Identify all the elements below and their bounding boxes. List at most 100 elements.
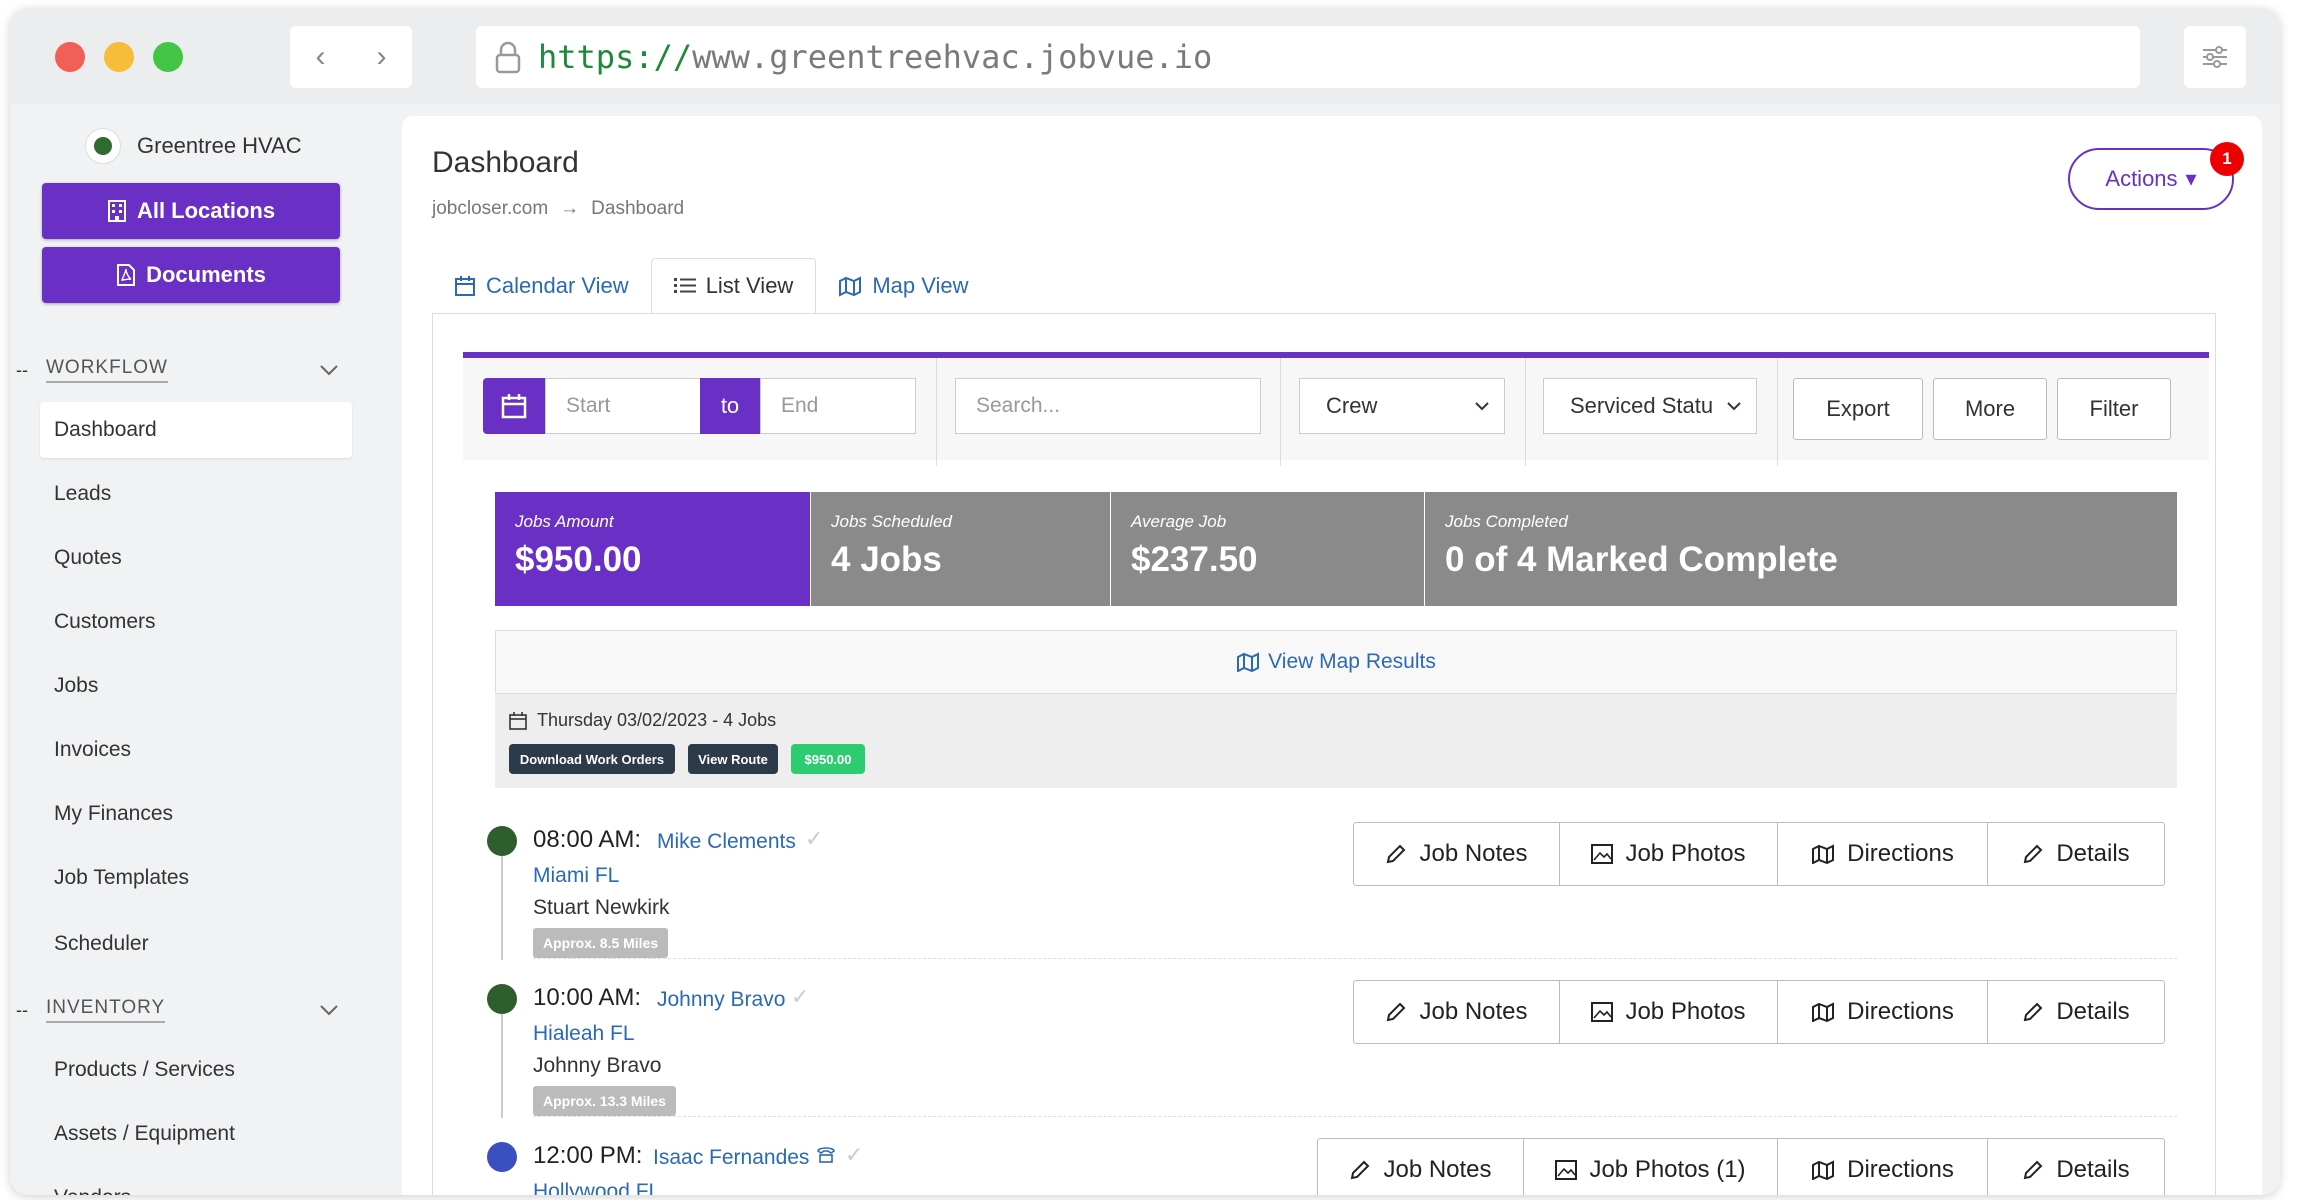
distance-badge: Approx. 13.3 Miles [533,1086,676,1116]
sidebar-item-leads[interactable]: Leads [40,466,352,522]
url-host: www.greentreehvac.jobvue.io [692,38,1213,76]
caret-down-icon: ▾ [2185,166,2197,191]
stat-jobs-amount: Jobs Amount $950.00 [495,492,811,606]
inventory-section-label: INVENTORY [46,997,166,1023]
sidebar-item-invoices[interactable]: Invoices [40,722,352,778]
lock-icon [494,40,522,74]
job-action-group: Job Notes Job Photos Directions Details [1353,822,2165,886]
stats-bar: Jobs Amount $950.00 Jobs Scheduled 4 Job… [495,492,2177,606]
tab-map-view[interactable]: Map View [816,258,990,314]
inventory-section-header[interactable]: -- INVENTORY [10,990,367,1030]
end-date-input[interactable]: End [760,378,916,434]
map-icon [1811,844,1835,864]
job-photos-button[interactable]: Job Photos [1560,981,1778,1043]
workflow-section-header[interactable]: -- WORKFLOW [10,350,367,390]
brand: Greentree HVAC [85,128,302,164]
job-location-link[interactable]: Miami FL [533,864,619,888]
main-content: Dashboard jobcloser.com → Dashboard Acti… [402,116,2262,1195]
sidebar-item-products-services[interactable]: Products / Services [40,1042,352,1098]
chevron-down-icon[interactable] [319,364,339,376]
job-customer-link[interactable]: Mike Clements [657,830,796,854]
sidebar-item-customers[interactable]: Customers [40,594,352,650]
map-icon [838,275,862,297]
crew-select[interactable]: Crew [1299,378,1505,434]
pencil-icon [2022,843,2044,865]
address-bar[interactable]: https://www.greentreehvac.jobvue.io [476,26,2140,88]
to-label: to [700,378,760,434]
pencil-icon [2022,1001,2044,1023]
job-status-dot [487,1142,517,1172]
list-icon [673,277,696,295]
tab-map-label: Map View [872,273,969,298]
sidebar-item-my-finances[interactable]: My Finances [40,786,352,842]
sidebar-item-jobs[interactable]: Jobs [40,658,352,714]
sidebar-item-scheduler[interactable]: Scheduler [40,916,352,972]
filter-button[interactable]: Filter [2057,378,2171,440]
view-map-results-link[interactable]: View Map Results [495,630,2177,694]
directions-button[interactable]: Directions [1778,981,1988,1043]
check-icon: ✓ [845,1142,864,1167]
workflow-section-label: WORKFLOW [46,357,168,383]
pencil-icon [1349,1159,1371,1181]
job-location-link[interactable]: Hialeah FL [533,1022,635,1046]
documents-button[interactable]: Documents [42,247,340,303]
breadcrumb-home[interactable]: jobcloser.com [432,198,548,220]
job-notes-button[interactable]: Job Notes [1354,823,1560,885]
start-date-input[interactable]: Start [545,378,701,434]
day-title: Thursday 03/02/2023 - 4 Jobs [537,710,777,730]
image-icon [1555,1160,1578,1180]
back-icon[interactable]: ‹ [290,26,351,88]
maximize-window-button[interactable] [153,42,183,72]
distance-badge: Approx. 8.5 Miles [533,928,669,958]
job-row: 12:00 PM: Isaac Fernandes ✓ Hollywood FL… [487,1118,2177,1195]
more-button[interactable]: More [1933,378,2047,440]
sidebar-item-quotes[interactable]: Quotes [40,530,352,586]
check-icon: ✓ [805,826,824,851]
sliders-icon[interactable] [2184,26,2246,88]
all-locations-label: All Locations [136,198,276,223]
all-locations-button[interactable]: All Locations [42,183,340,239]
sidebar-item-assets-equipment[interactable]: Assets / Equipment [40,1106,352,1162]
details-button[interactable]: Details [1988,981,2164,1043]
job-location-link[interactable]: Hollywood FL [533,1180,660,1195]
job-customer-link[interactable]: Johnny Bravo [657,988,785,1012]
export-button[interactable]: Export [1793,378,1923,440]
forward-icon[interactable]: › [351,26,412,88]
serviced-status-select[interactable]: Serviced Statu [1543,378,1757,434]
map-icon [1811,1160,1835,1180]
job-customer-link[interactable]: Isaac Fernandes [653,1146,809,1170]
job-photos-button[interactable]: Job Photos [1560,823,1778,885]
sidebar-item-dashboard[interactable]: Dashboard [40,402,352,458]
job-action-group: Job Notes Job Photos (1) Directions Deta… [1317,1138,2165,1195]
tab-calendar-view[interactable]: Calendar View [432,258,651,314]
stat-average-job: Average Job $237.50 [1111,492,1425,606]
minimize-window-button[interactable] [104,42,134,72]
chevron-down-icon [1726,401,1742,411]
sidebar-item-vendors[interactable]: Vendors [40,1170,352,1195]
tab-calendar-label: Calendar View [486,273,629,298]
tab-list-view[interactable]: List View [650,258,817,314]
job-photos-button[interactable]: Job Photos (1) [1524,1139,1778,1195]
job-notes-button[interactable]: Job Notes [1318,1139,1524,1195]
job-notes-button[interactable]: Job Notes [1354,981,1560,1043]
url-scheme: https:// [538,38,693,76]
download-work-orders-button[interactable]: Download Work Orders [509,744,675,774]
building-icon [107,199,127,223]
chevron-down-icon[interactable] [319,1004,339,1016]
details-button[interactable]: Details [1988,823,2164,885]
company-name: Greentree HVAC [137,133,302,158]
documents-label: Documents [146,262,266,287]
browser-window: ‹ › https://www.greentreehvac.jobvue.io … [10,8,2280,1195]
sidebar-item-job-templates[interactable]: Job Templates [40,850,352,906]
directions-button[interactable]: Directions [1778,1139,1988,1195]
close-window-button[interactable] [55,42,85,72]
calendar-icon [509,711,527,730]
search-input[interactable]: Search... [955,378,1261,434]
date-range-calendar-icon[interactable] [483,378,545,434]
details-button[interactable]: Details [1988,1139,2164,1195]
browser-titlebar: ‹ › https://www.greentreehvac.jobvue.io [10,8,2280,104]
job-time: 10:00 AM: [533,984,642,1011]
view-route-button[interactable]: View Route [688,744,778,774]
directions-button[interactable]: Directions [1778,823,1988,885]
job-time: 08:00 AM: [533,826,642,853]
